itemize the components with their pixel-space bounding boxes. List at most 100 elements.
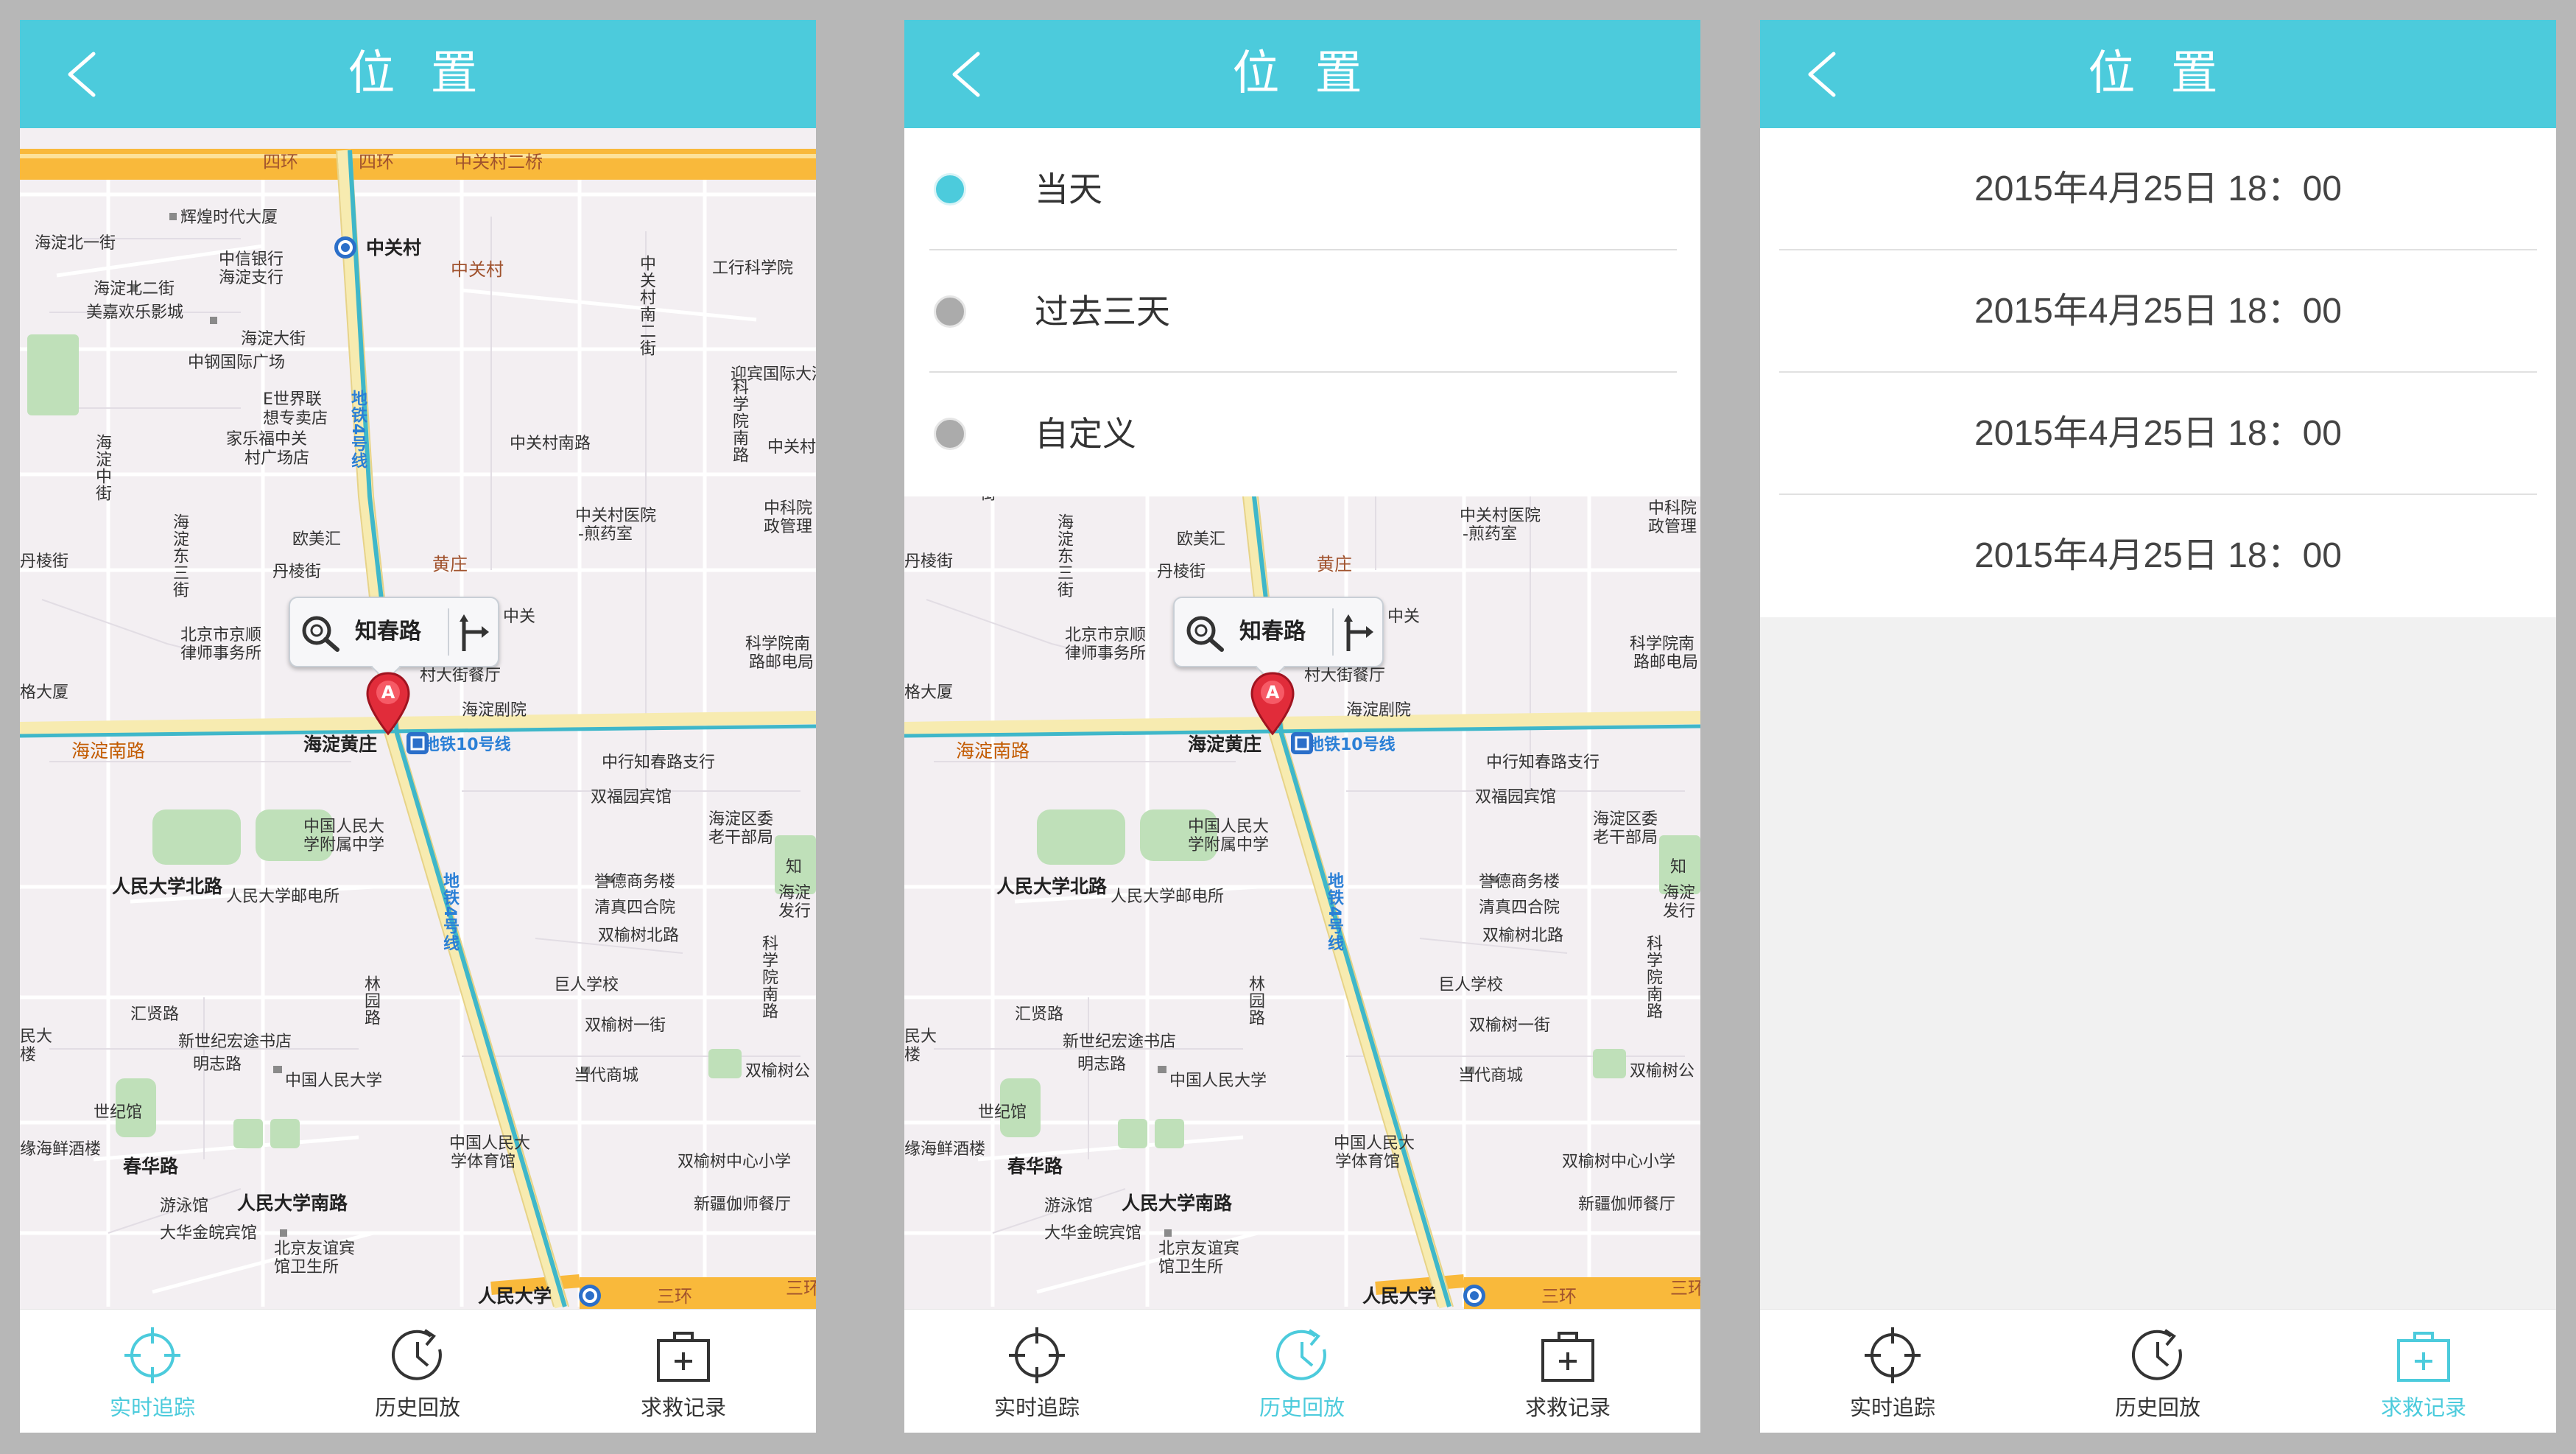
map-label: 中关村	[451, 259, 504, 280]
map-label: 人民大学南路	[1122, 1193, 1233, 1214]
location-callout[interactable]: 知春路	[1173, 597, 1384, 682]
metro-station-icon	[1463, 1285, 1485, 1307]
nav-label: 实时追踪	[109, 1395, 195, 1420]
map-label: 林园路	[362, 975, 380, 1026]
nav-tab-live-tracking[interactable]: 实时追踪	[1760, 1310, 2025, 1433]
list-item[interactable]: 2015年4月25日 18：00	[1760, 128, 2556, 250]
bottom-nav: 实时追踪 历史回放 求救记录	[1760, 1309, 2556, 1433]
map-label: 学体育馆	[1335, 1153, 1401, 1171]
map-label: 中行知春路支行	[602, 754, 716, 772]
map-label: 丹棱街	[904, 552, 954, 571]
map-label: 清真四合院	[1479, 899, 1560, 917]
map-label: 游泳馆	[160, 1197, 209, 1215]
radio-button[interactable]	[934, 418, 966, 450]
top-bar: 位 置	[904, 20, 1700, 128]
map-label: 馆卫生所	[274, 1258, 339, 1276]
bottom-nav: 实时追踪 历史回放 求救记录	[20, 1309, 816, 1433]
map-label: 老干部局	[1593, 829, 1658, 847]
map-label: 海淀北二街	[94, 280, 175, 298]
metro-station-icon	[579, 1285, 601, 1307]
map-view[interactable]: 四环 四环 中关村二桥 辉煌时代大厦 海淀北一街 中关村 中关村 中信银行 海淀…	[20, 128, 816, 1330]
location-pin-a-icon[interactable]: A	[365, 670, 412, 737]
map-label: 三环	[786, 1278, 816, 1299]
map-label: 村广场店	[244, 449, 310, 468]
nav-tab-sos-records[interactable]: 求救记录	[2291, 1310, 2556, 1433]
search-nearby-icon[interactable]	[1183, 613, 1226, 653]
list-item[interactable]: 2015年4月25日 18：00	[1760, 373, 2556, 495]
history-clock-icon	[1275, 1329, 1326, 1380]
map-label: 海淀剧院	[1346, 701, 1412, 720]
map-label: 新疆伽师餐厅	[1578, 1195, 1676, 1214]
map-label: 科学院南路	[730, 379, 748, 463]
nav-label: 实时追踪	[1849, 1395, 1935, 1420]
search-nearby-icon[interactable]	[299, 613, 342, 653]
callout-divider	[448, 608, 449, 656]
map-label: 世纪馆	[94, 1103, 143, 1122]
list-item[interactable]: 2015年4月25日 18：00	[1760, 495, 2556, 617]
map-label: 双榆树中心小学	[1562, 1153, 1676, 1171]
list-item[interactable]: 2015年4月25日 18：00	[1760, 250, 2556, 373]
nav-tab-sos-records[interactable]: 求救记录	[1435, 1310, 1700, 1433]
map-label: 中国人民大学	[1169, 1072, 1267, 1090]
location-pin-a-icon[interactable]: A	[1249, 670, 1296, 737]
map-label: 路邮电局	[1633, 653, 1699, 672]
nav-tab-live-tracking[interactable]: 实时追踪	[904, 1310, 1169, 1433]
nav-tab-history[interactable]: 历史回放	[2025, 1310, 2290, 1433]
map-label: 双福园宾馆	[1475, 788, 1557, 807]
nav-tab-history[interactable]: 历史回放	[285, 1310, 550, 1433]
map-label: 林园路	[1246, 975, 1264, 1026]
crosshair-icon	[1009, 1327, 1065, 1383]
map-label: 人民大学邮电所	[1111, 888, 1225, 906]
map-label: 学体育馆	[451, 1153, 516, 1171]
route-icon[interactable]	[455, 610, 495, 654]
filter-option-custom[interactable]: 自定义	[904, 373, 1700, 495]
map-label: 双榆树北路	[1482, 927, 1564, 945]
history-clock-icon	[391, 1329, 442, 1380]
page-title: 位 置	[2088, 46, 2228, 101]
map-label: 春华路	[1007, 1156, 1063, 1177]
map-label: 新世纪宏途书店	[178, 1033, 292, 1051]
record-time: 2015年4月25日 18：00	[1974, 536, 2342, 575]
metro-line-label: 地铁4号线	[1325, 872, 1343, 952]
map-label: 老干部局	[708, 829, 774, 847]
nav-label: 求救记录	[2380, 1395, 2466, 1420]
filter-option-label: 过去三天	[1035, 292, 1170, 331]
location-callout[interactable]: 知春路	[289, 597, 499, 682]
map-label: 海淀北一街	[35, 234, 116, 253]
map-label: 双榆树一街	[1469, 1016, 1551, 1035]
map-label: 中关村	[366, 237, 422, 259]
route-icon[interactable]	[1340, 610, 1379, 654]
nav-tab-live-tracking[interactable]: 实时追踪	[20, 1310, 285, 1433]
radio-button[interactable]	[934, 173, 966, 206]
nav-tab-sos-records[interactable]: 求救记录	[551, 1310, 816, 1433]
map-label: 工行科学院	[712, 259, 794, 278]
map-label: 新世纪宏途书店	[1063, 1033, 1177, 1051]
metro-line-label: 地铁10号线	[423, 736, 511, 754]
nav-tab-history[interactable]: 历史回放	[1169, 1310, 1435, 1433]
map-label: 中关村南路	[510, 435, 591, 453]
map-label: 誉德商务楼	[594, 873, 676, 891]
map-label: 中行知春路支行	[1486, 754, 1600, 772]
map-label: 科学院南路	[1644, 935, 1662, 1019]
phone-screen-live-tracking: 位 置 四环 四环 中关村二桥 辉煌时代大厦 海淀北一街 中关村 中关村 中信银…	[20, 20, 816, 1433]
map-label: 双榆树公	[1630, 1062, 1695, 1081]
map-label: 美嘉欢乐影城	[86, 303, 184, 322]
metro-line-label: 地铁4号线	[440, 872, 459, 952]
map-label: 科学院南路	[759, 935, 778, 1019]
record-items: 2015年4月25日 18：00 2015年4月25日 18：00 2015年4…	[1760, 128, 2556, 617]
map-label: 海淀东三街	[170, 513, 189, 598]
map-label: 辉煌时代大厦	[180, 208, 278, 227]
map-label: 新疆伽师餐厅	[694, 1195, 792, 1214]
map-label: 黄庄	[432, 554, 468, 575]
map-label: 馆卫生所	[1158, 1258, 1224, 1276]
radio-button[interactable]	[934, 295, 966, 328]
map-label: 春华路	[123, 1156, 179, 1177]
filter-option-past-three-days[interactable]: 过去三天	[904, 250, 1700, 373]
filter-option-today[interactable]: 当天	[904, 128, 1700, 250]
sos-kit-icon	[1541, 1332, 1594, 1382]
map-label: 海淀支行	[219, 269, 284, 287]
map-label: 政管理	[764, 518, 813, 536]
metro-line-label: 地铁4号线	[348, 390, 367, 470]
map-label: 明志路	[193, 1056, 242, 1074]
map-label: 人民大学南路	[237, 1193, 348, 1214]
